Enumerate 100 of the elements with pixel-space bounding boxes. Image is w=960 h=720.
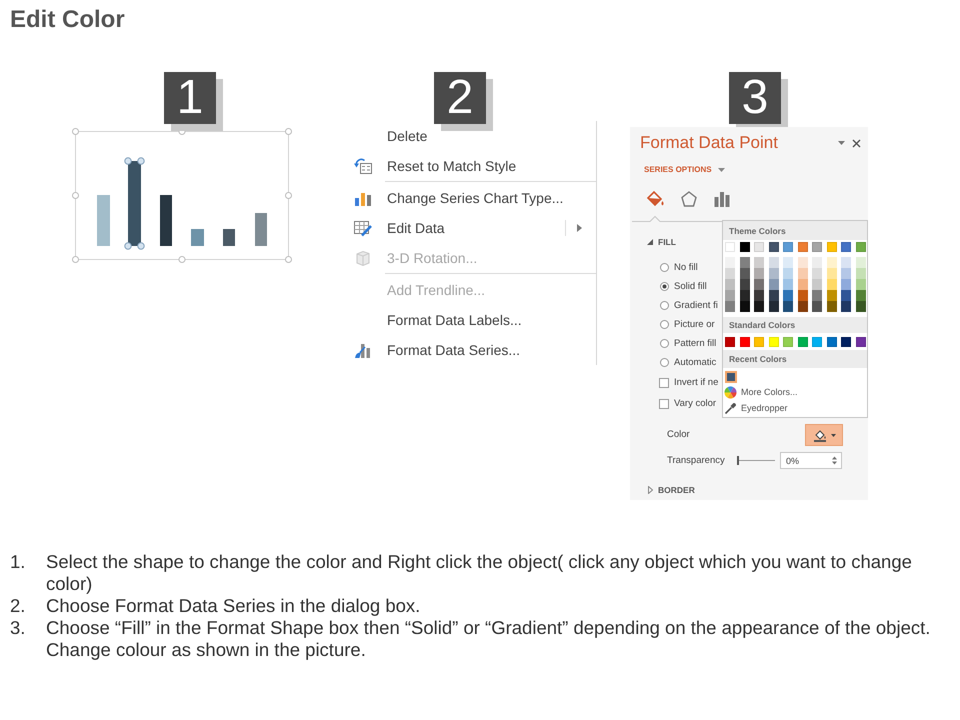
color-swatch[interactable] — [798, 301, 808, 312]
color-swatch[interactable] — [826, 337, 836, 347]
color-swatch[interactable] — [754, 337, 764, 347]
radio-button[interactable] — [660, 282, 669, 291]
color-swatch[interactable] — [768, 279, 778, 290]
menu-item[interactable]: Delete — [350, 121, 596, 151]
close-icon[interactable] — [852, 138, 861, 148]
color-swatch[interactable] — [812, 290, 822, 301]
color-swatch[interactable] — [856, 279, 866, 290]
color-swatch[interactable] — [841, 242, 851, 252]
menu-item[interactable]: Edit Data — [350, 213, 596, 243]
checkbox[interactable] — [659, 398, 669, 408]
menu-item[interactable]: Eyedropper — [723, 400, 867, 416]
color-swatch[interactable] — [740, 337, 750, 347]
color-swatch[interactable] — [783, 301, 793, 312]
color-swatch[interactable] — [798, 268, 808, 279]
checkbox[interactable] — [659, 378, 669, 388]
color-swatch[interactable] — [841, 301, 851, 312]
color-swatch[interactable] — [783, 268, 793, 279]
color-swatch[interactable] — [725, 257, 735, 268]
color-swatch[interactable] — [725, 290, 735, 301]
color-swatch[interactable] — [826, 301, 836, 312]
color-swatch[interactable] — [856, 301, 866, 312]
color-swatch[interactable] — [856, 268, 866, 279]
color-swatch[interactable] — [812, 242, 822, 252]
menu-item[interactable]: Format Data Series... — [350, 335, 596, 365]
color-swatch[interactable] — [725, 371, 737, 383]
color-swatch[interactable] — [798, 337, 808, 347]
radio-button[interactable] — [660, 301, 669, 310]
color-swatch[interactable] — [798, 290, 808, 301]
color-swatch[interactable] — [812, 279, 822, 290]
color-swatch[interactable] — [754, 279, 764, 290]
submenu-arrow-icon[interactable] — [577, 224, 582, 232]
color-swatch[interactable] — [826, 257, 836, 268]
color-swatch[interactable] — [856, 337, 866, 347]
color-swatch[interactable] — [740, 268, 750, 279]
transparency-field[interactable]: 0% — [780, 452, 842, 469]
color-swatch[interactable] — [826, 268, 836, 279]
color-swatch[interactable] — [768, 337, 778, 347]
selection-handle-icon[interactable] — [285, 128, 292, 135]
color-swatch[interactable] — [768, 257, 778, 268]
caret-icon[interactable] — [648, 486, 653, 494]
color-swatch[interactable] — [783, 290, 793, 301]
color-swatch[interactable] — [826, 279, 836, 290]
bar-chart-icon[interactable] — [713, 190, 731, 208]
color-swatch[interactable] — [768, 242, 778, 252]
color-swatch[interactable] — [798, 257, 808, 268]
color-swatch[interactable] — [754, 290, 764, 301]
color-swatch[interactable] — [783, 242, 793, 252]
color-swatch[interactable] — [812, 301, 822, 312]
selection-handle-icon[interactable] — [178, 256, 186, 263]
color-swatch[interactable] — [725, 301, 735, 312]
selection-handle-icon[interactable] — [72, 128, 79, 135]
color-swatch[interactable] — [754, 301, 764, 312]
menu-item[interactable]: Format Data Labels... — [350, 305, 596, 335]
radio-button[interactable] — [660, 358, 669, 367]
menu-item[interactable]: Reset to Match Style — [350, 151, 596, 181]
color-swatch[interactable] — [754, 242, 764, 252]
color-swatch[interactable] — [841, 337, 851, 347]
color-swatch[interactable] — [812, 337, 822, 347]
color-swatch[interactable] — [740, 301, 750, 312]
color-swatch[interactable] — [783, 337, 793, 347]
color-swatch[interactable] — [826, 242, 836, 252]
color-swatch[interactable] — [725, 242, 735, 252]
paint-bucket-icon[interactable] — [645, 190, 665, 208]
dropdown-icon[interactable] — [838, 141, 845, 145]
color-swatch[interactable] — [826, 290, 836, 301]
color-swatch[interactable] — [841, 279, 851, 290]
caret-icon[interactable] — [718, 168, 725, 172]
color-swatch[interactable] — [856, 257, 866, 268]
selection-handle-icon[interactable] — [285, 256, 292, 263]
color-swatch[interactable] — [812, 268, 822, 279]
color-swatch[interactable] — [725, 337, 735, 347]
color-swatch[interactable] — [740, 257, 750, 268]
color-swatch[interactable] — [725, 268, 735, 279]
radio-button[interactable] — [660, 263, 669, 272]
color-swatch[interactable] — [783, 257, 793, 268]
radio-button[interactable] — [660, 339, 669, 348]
color-button[interactable] — [805, 424, 843, 446]
menu-item[interactable]: Change Series Chart Type... — [350, 183, 596, 213]
color-swatch[interactable] — [740, 242, 750, 252]
spinner-icon[interactable] — [832, 456, 837, 465]
selection-handle-icon[interactable] — [72, 256, 79, 263]
series-options-dropdown[interactable]: SERIES OPTIONS — [644, 163, 725, 177]
color-swatch[interactable] — [841, 268, 851, 279]
selection-handle-icon[interactable] — [285, 192, 292, 199]
color-swatch[interactable] — [798, 279, 808, 290]
color-swatch[interactable] — [841, 290, 851, 301]
selection-handle-icon[interactable] — [72, 192, 79, 199]
color-swatch[interactable] — [798, 242, 808, 252]
color-swatch[interactable] — [812, 257, 822, 268]
color-swatch[interactable] — [856, 242, 866, 252]
color-swatch[interactable] — [754, 257, 764, 268]
color-swatch[interactable] — [740, 290, 750, 301]
caret-icon[interactable] — [647, 239, 653, 245]
pentagon-icon[interactable] — [680, 190, 698, 208]
color-swatch[interactable] — [768, 301, 778, 312]
color-swatch[interactable] — [783, 279, 793, 290]
color-swatch[interactable] — [768, 268, 778, 279]
color-swatch[interactable] — [754, 268, 764, 279]
